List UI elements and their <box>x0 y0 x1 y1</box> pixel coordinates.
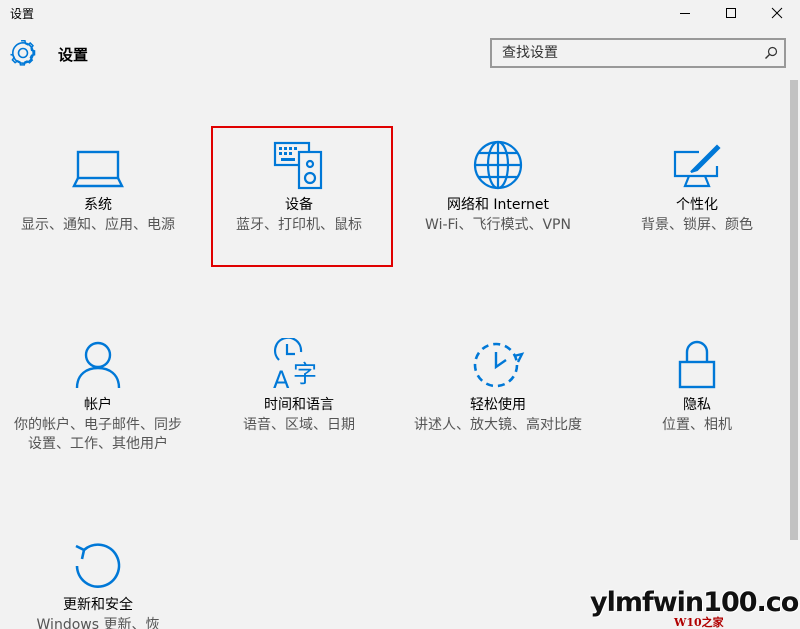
tile-title: 个性化 <box>676 197 718 213</box>
maximize-button[interactable] <box>708 0 754 26</box>
minimize-button[interactable] <box>662 0 708 26</box>
tile-desc: 讲述人、放大镜、高对比度 <box>414 417 582 433</box>
tile-title: 轻松使用 <box>470 397 526 413</box>
tile-accounts[interactable]: 帐户 你的帐户、电子邮件、同步设置、工作、其他用户 <box>8 330 188 454</box>
tile-title: 隐私 <box>683 397 711 413</box>
tile-title: 网络和 Internet <box>446 197 550 213</box>
tile-desc: Windows 更新、恢 <box>36 617 160 629</box>
svg-text:字: 字 <box>293 360 317 388</box>
watermark: ylmfwin100.com W10之家 W10ZJ.COM <box>590 587 800 629</box>
window-title: 设置 <box>10 7 35 21</box>
tile-title: 时间和语言 <box>264 397 334 413</box>
search-input[interactable] <box>492 40 762 66</box>
tile-title: 更新和安全 <box>63 597 133 613</box>
personalization-icon <box>673 144 721 188</box>
devices-icon <box>273 141 323 190</box>
network-icon <box>473 140 523 190</box>
tile-desc: 语音、区域、日期 <box>243 417 355 433</box>
tile-system[interactable]: 系统 显示、通知、应用、电源 <box>8 130 188 235</box>
time-language-icon: A 字 <box>273 338 317 390</box>
title-bar: 设置 <box>0 0 800 26</box>
search-box[interactable] <box>490 38 786 68</box>
tile-desc: 显示、通知、应用、电源 <box>21 217 175 233</box>
tile-title: 帐户 <box>84 397 112 413</box>
tile-update-security[interactable]: 更新和安全 Windows 更新、恢 <box>8 530 188 629</box>
search-icon[interactable] <box>764 46 778 60</box>
close-icon <box>771 7 783 19</box>
close-button[interactable] <box>754 0 800 26</box>
gear-icon <box>10 40 36 66</box>
settings-header: 设置 <box>0 26 800 80</box>
accounts-icon <box>75 341 121 389</box>
tile-desc: 位置、相机 <box>662 417 732 433</box>
system-icon <box>72 150 124 188</box>
tile-desc: 蓝牙、打印机、鼠标 <box>236 217 362 233</box>
tile-privacy[interactable]: 隐私 位置、相机 <box>607 330 787 435</box>
tile-desc: 你的帐户、电子邮件、同步设置、工作、其他用户 <box>14 417 182 452</box>
watermark-sub: W10之家 W10ZJ.COM <box>674 616 724 629</box>
tile-time-language[interactable]: A 字 时间和语言 语音、区域、日期 <box>209 330 389 435</box>
tile-ease-of-access[interactable]: 轻松使用 讲述人、放大镜、高对比度 <box>408 330 588 435</box>
tile-title: 设备 <box>285 197 313 213</box>
scrollbar-thumb[interactable] <box>790 80 798 540</box>
tile-network[interactable]: 网络和 Internet Wi-Fi、飞行模式、VPN <box>408 130 588 235</box>
page-title: 设置 <box>58 46 89 64</box>
tile-title: 系统 <box>84 197 112 213</box>
tile-personalization[interactable]: 个性化 背景、锁屏、颜色 <box>607 130 787 235</box>
tile-devices[interactable]: 设备 蓝牙、打印机、鼠标 <box>209 130 389 235</box>
update-security-icon <box>75 543 121 588</box>
tile-desc: Wi-Fi、飞行模式、VPN <box>425 217 571 233</box>
privacy-icon <box>678 340 716 389</box>
tile-desc: 背景、锁屏、颜色 <box>641 217 753 233</box>
svg-text:A: A <box>273 366 290 390</box>
ease-of-access-icon <box>473 342 525 388</box>
minimize-icon <box>680 13 690 14</box>
maximize-icon <box>726 8 736 18</box>
